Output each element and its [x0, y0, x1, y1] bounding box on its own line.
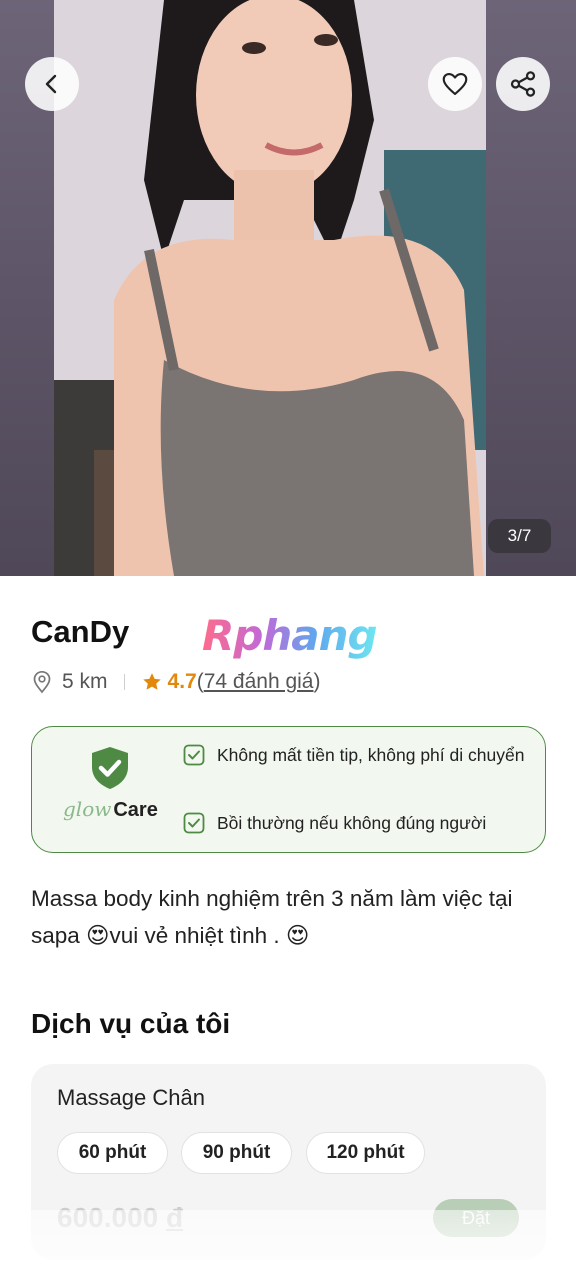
favorite-button[interactable]	[428, 57, 482, 111]
share-icon	[510, 71, 536, 97]
divider	[123, 674, 125, 690]
share-button[interactable]	[496, 57, 550, 111]
location-pin-icon	[31, 670, 53, 694]
shield-check-icon	[89, 745, 131, 796]
checkbox-icon	[183, 812, 205, 834]
checkbox-icon	[183, 744, 205, 766]
duration-chip-90[interactable]: 90 phút	[181, 1132, 292, 1174]
bio-text: Massa body kinh nghiệm trên 3 năm làm vi…	[31, 886, 513, 948]
heart-icon	[442, 72, 468, 96]
care-feature-no-tip: Không mất tiền tip, không phí di chuyển	[183, 744, 524, 766]
provider-name: CanDy	[31, 614, 130, 649]
services-title: Dịch vụ của tôi	[31, 1008, 231, 1039]
glow-care-logo: glow Care	[63, 797, 158, 821]
distance: 5 km	[62, 670, 108, 693]
watermark-logo: Rphang	[202, 611, 378, 660]
rating-value: 4.7	[167, 670, 197, 693]
reviews-open-paren: (	[196, 670, 204, 693]
reviews-link[interactable]: 74 đánh giá	[204, 670, 314, 694]
photo-counter: 3/7	[488, 519, 551, 553]
star-icon	[141, 671, 163, 693]
bottom-fade-overlay	[0, 1210, 576, 1280]
duration-chip-120[interactable]: 120 phút	[306, 1132, 425, 1174]
profile-meta: 5 km 4.7 (74 đánh giá)	[31, 666, 321, 698]
back-button[interactable]	[25, 57, 79, 111]
profile-photo	[54, 0, 486, 576]
duration-chip-60[interactable]: 60 phút	[57, 1132, 168, 1174]
care-feature-compensation: Bồi thường nếu không đúng người	[183, 812, 486, 834]
reviews-close-paren: )	[313, 670, 321, 693]
service-name: Massage Chân	[57, 1085, 205, 1110]
profile-photo-gallery[interactable]: 3/7	[0, 0, 576, 576]
chevron-left-icon	[45, 74, 57, 94]
